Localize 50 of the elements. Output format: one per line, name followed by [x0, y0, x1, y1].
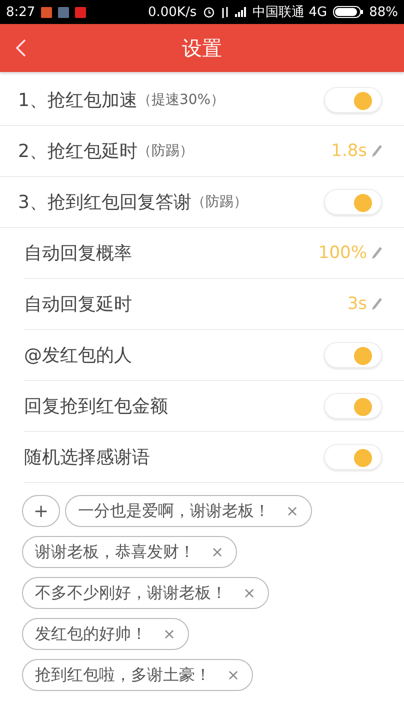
alarm-icon [202, 6, 215, 18]
remove-button[interactable]: × [161, 625, 178, 643]
remove-button[interactable]: × [209, 543, 226, 561]
phrase-text: 抢到红包啦，多谢土豪！ [35, 664, 211, 686]
phrase-tag[interactable]: 一分也是爱啊，谢谢老板！ × [65, 495, 312, 527]
setting-note: （防踢） [191, 193, 248, 211]
toggle-switch[interactable] [324, 87, 382, 113]
screen-title: 设置 [182, 34, 222, 62]
remove-button[interactable]: × [284, 502, 301, 520]
network-speed: 0.00K/s [148, 4, 197, 20]
setting-label: 2、抢红包延时 [18, 140, 138, 163]
setting-value: 100% [318, 243, 367, 263]
phrase-text: 一分也是爱啊，谢谢老板！ [78, 500, 270, 522]
remove-button[interactable]: × [225, 666, 242, 684]
setting-note: （防踢） [137, 142, 194, 160]
remove-button[interactable]: × [241, 584, 258, 602]
setting-label: @发红包的人 [24, 344, 132, 367]
setting-value: 3s [347, 294, 367, 314]
phrase-text: 发红包的好帅！ [35, 624, 147, 644]
phrase-tag[interactable]: 不多不少刚好，谢谢老板！ × [22, 577, 269, 609]
pencil-icon[interactable] [370, 246, 382, 260]
setting-value: 1.8s [331, 141, 367, 161]
phrase-tag[interactable]: 抢到红包啦，多谢土豪！ × [22, 659, 253, 691]
add-phrase-button[interactable]: + [22, 495, 60, 527]
setting-label: 回复抢到红包金额 [24, 395, 168, 418]
pencil-icon[interactable] [370, 297, 382, 311]
battery-level: 88% [369, 4, 398, 20]
setting-label: 自动回复概率 [24, 242, 132, 265]
setting-label: 1、抢红包加速 [18, 89, 138, 112]
carrier-name: 中国联通 4G [252, 4, 328, 21]
toggle-switch[interactable] [324, 342, 382, 368]
setting-label: 自动回复延时 [24, 293, 132, 316]
clock-time: 8:27 [6, 4, 36, 20]
setting-note: （提速30%） [137, 91, 225, 109]
phrase-text: 谢谢老板，恭喜发财！ [35, 542, 195, 562]
phrase-tag[interactable]: 发红包的好帅！ × [22, 618, 189, 650]
setting-label: 3、抢到红包回复答谢 [18, 191, 192, 214]
phrase-text: 不多不少刚好，谢谢老板！ [35, 582, 227, 604]
toggle-switch[interactable] [324, 189, 382, 215]
toggle-switch[interactable] [324, 444, 382, 470]
notification-icon [41, 6, 52, 18]
notification-icon [75, 6, 86, 18]
back-icon[interactable] [14, 38, 28, 58]
battery-icon [333, 6, 364, 18]
signal-icon [234, 7, 247, 17]
toggle-switch[interactable] [324, 393, 382, 419]
setting-label: 随机选择感谢语 [24, 446, 150, 469]
pencil-icon[interactable] [370, 144, 382, 158]
notification-icon [58, 6, 70, 18]
phrase-tag[interactable]: 谢谢老板，恭喜发财！ × [22, 536, 237, 568]
